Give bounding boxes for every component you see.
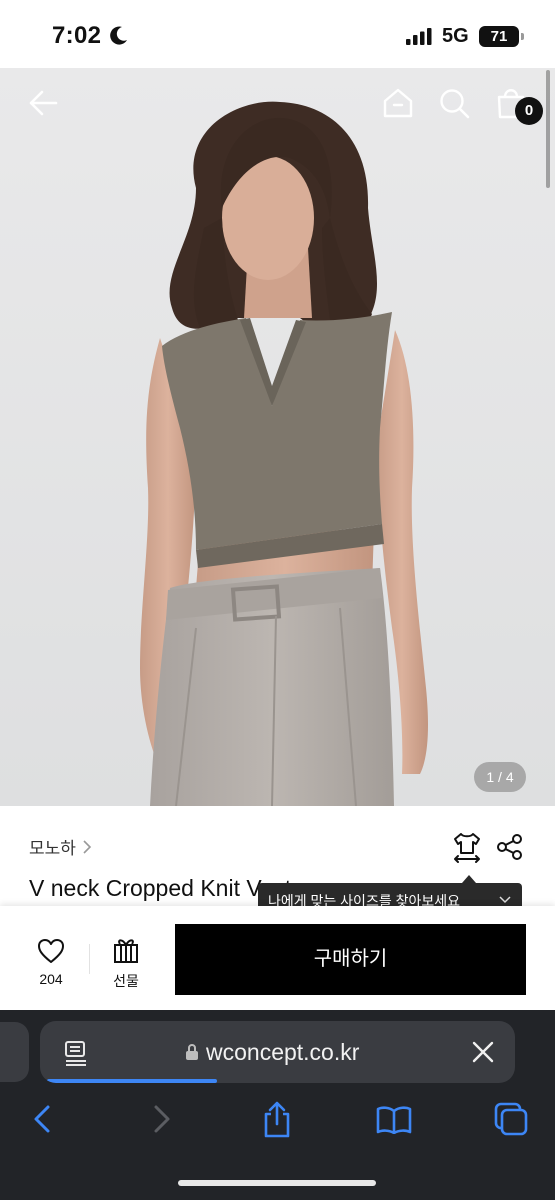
chevron-right-icon <box>83 839 92 854</box>
status-bar: 7:02 5G 71 <box>0 0 555 68</box>
home-icon[interactable] <box>382 87 414 119</box>
signal-icon <box>406 28 432 45</box>
forward-icon[interactable] <box>152 1104 172 1134</box>
moon-icon <box>110 26 127 45</box>
home-indicator <box>178 1180 376 1186</box>
product-photo <box>0 68 555 806</box>
lock-icon <box>186 1044 198 1060</box>
gift-icon <box>114 939 138 963</box>
tabs-icon[interactable] <box>494 1102 528 1136</box>
gift-label: 선물 <box>113 973 139 989</box>
brand-name: 모노하 <box>29 839 76 858</box>
brand-link[interactable]: 모노하 <box>29 834 92 859</box>
image-pager: 1 / 4 <box>474 762 526 792</box>
bookmarks-icon[interactable] <box>376 1106 412 1134</box>
close-icon[interactable] <box>472 1041 494 1063</box>
like-count: 204 <box>39 971 63 987</box>
network-type: 5G <box>442 25 469 47</box>
page-load-progress <box>47 1079 217 1083</box>
back-arrow-icon[interactable] <box>28 89 58 117</box>
share-sheet-icon[interactable] <box>262 1100 292 1138</box>
tooltip-arrow <box>462 875 476 883</box>
status-time: 7:02 <box>52 22 102 49</box>
like-button[interactable]: 204 <box>28 938 74 987</box>
chevron-down-icon[interactable] <box>499 896 511 904</box>
size-guide-icon[interactable] <box>452 832 482 864</box>
size-tooltip[interactable]: 나에게 맞는 사이즈를 찾아보세요 <box>258 883 522 907</box>
divider <box>89 944 90 974</box>
share-icon[interactable] <box>496 833 524 861</box>
purchase-action-bar: 204 선물 구매하기 <box>0 906 555 1010</box>
previous-tab-edge[interactable] <box>0 1022 29 1082</box>
heart-icon <box>38 939 64 963</box>
product-image-carousel[interactable]: 0 1 / 4 <box>0 68 555 806</box>
cart-count-badge: 0 <box>515 97 543 125</box>
product-title: V neck Cropped Knit Vest <box>29 875 292 901</box>
battery-indicator: 71 <box>479 26 524 47</box>
reader-icon[interactable] <box>64 1040 88 1066</box>
buy-button[interactable]: 구매하기 <box>175 924 526 995</box>
back-icon[interactable] <box>32 1104 52 1134</box>
url-text: wconcept.co.kr <box>206 1039 360 1065</box>
search-icon[interactable] <box>438 87 470 119</box>
gift-button[interactable]: 선물 <box>104 936 148 991</box>
scroll-indicator <box>546 70 550 188</box>
address-bar[interactable]: wconcept.co.kr <box>40 1021 515 1083</box>
